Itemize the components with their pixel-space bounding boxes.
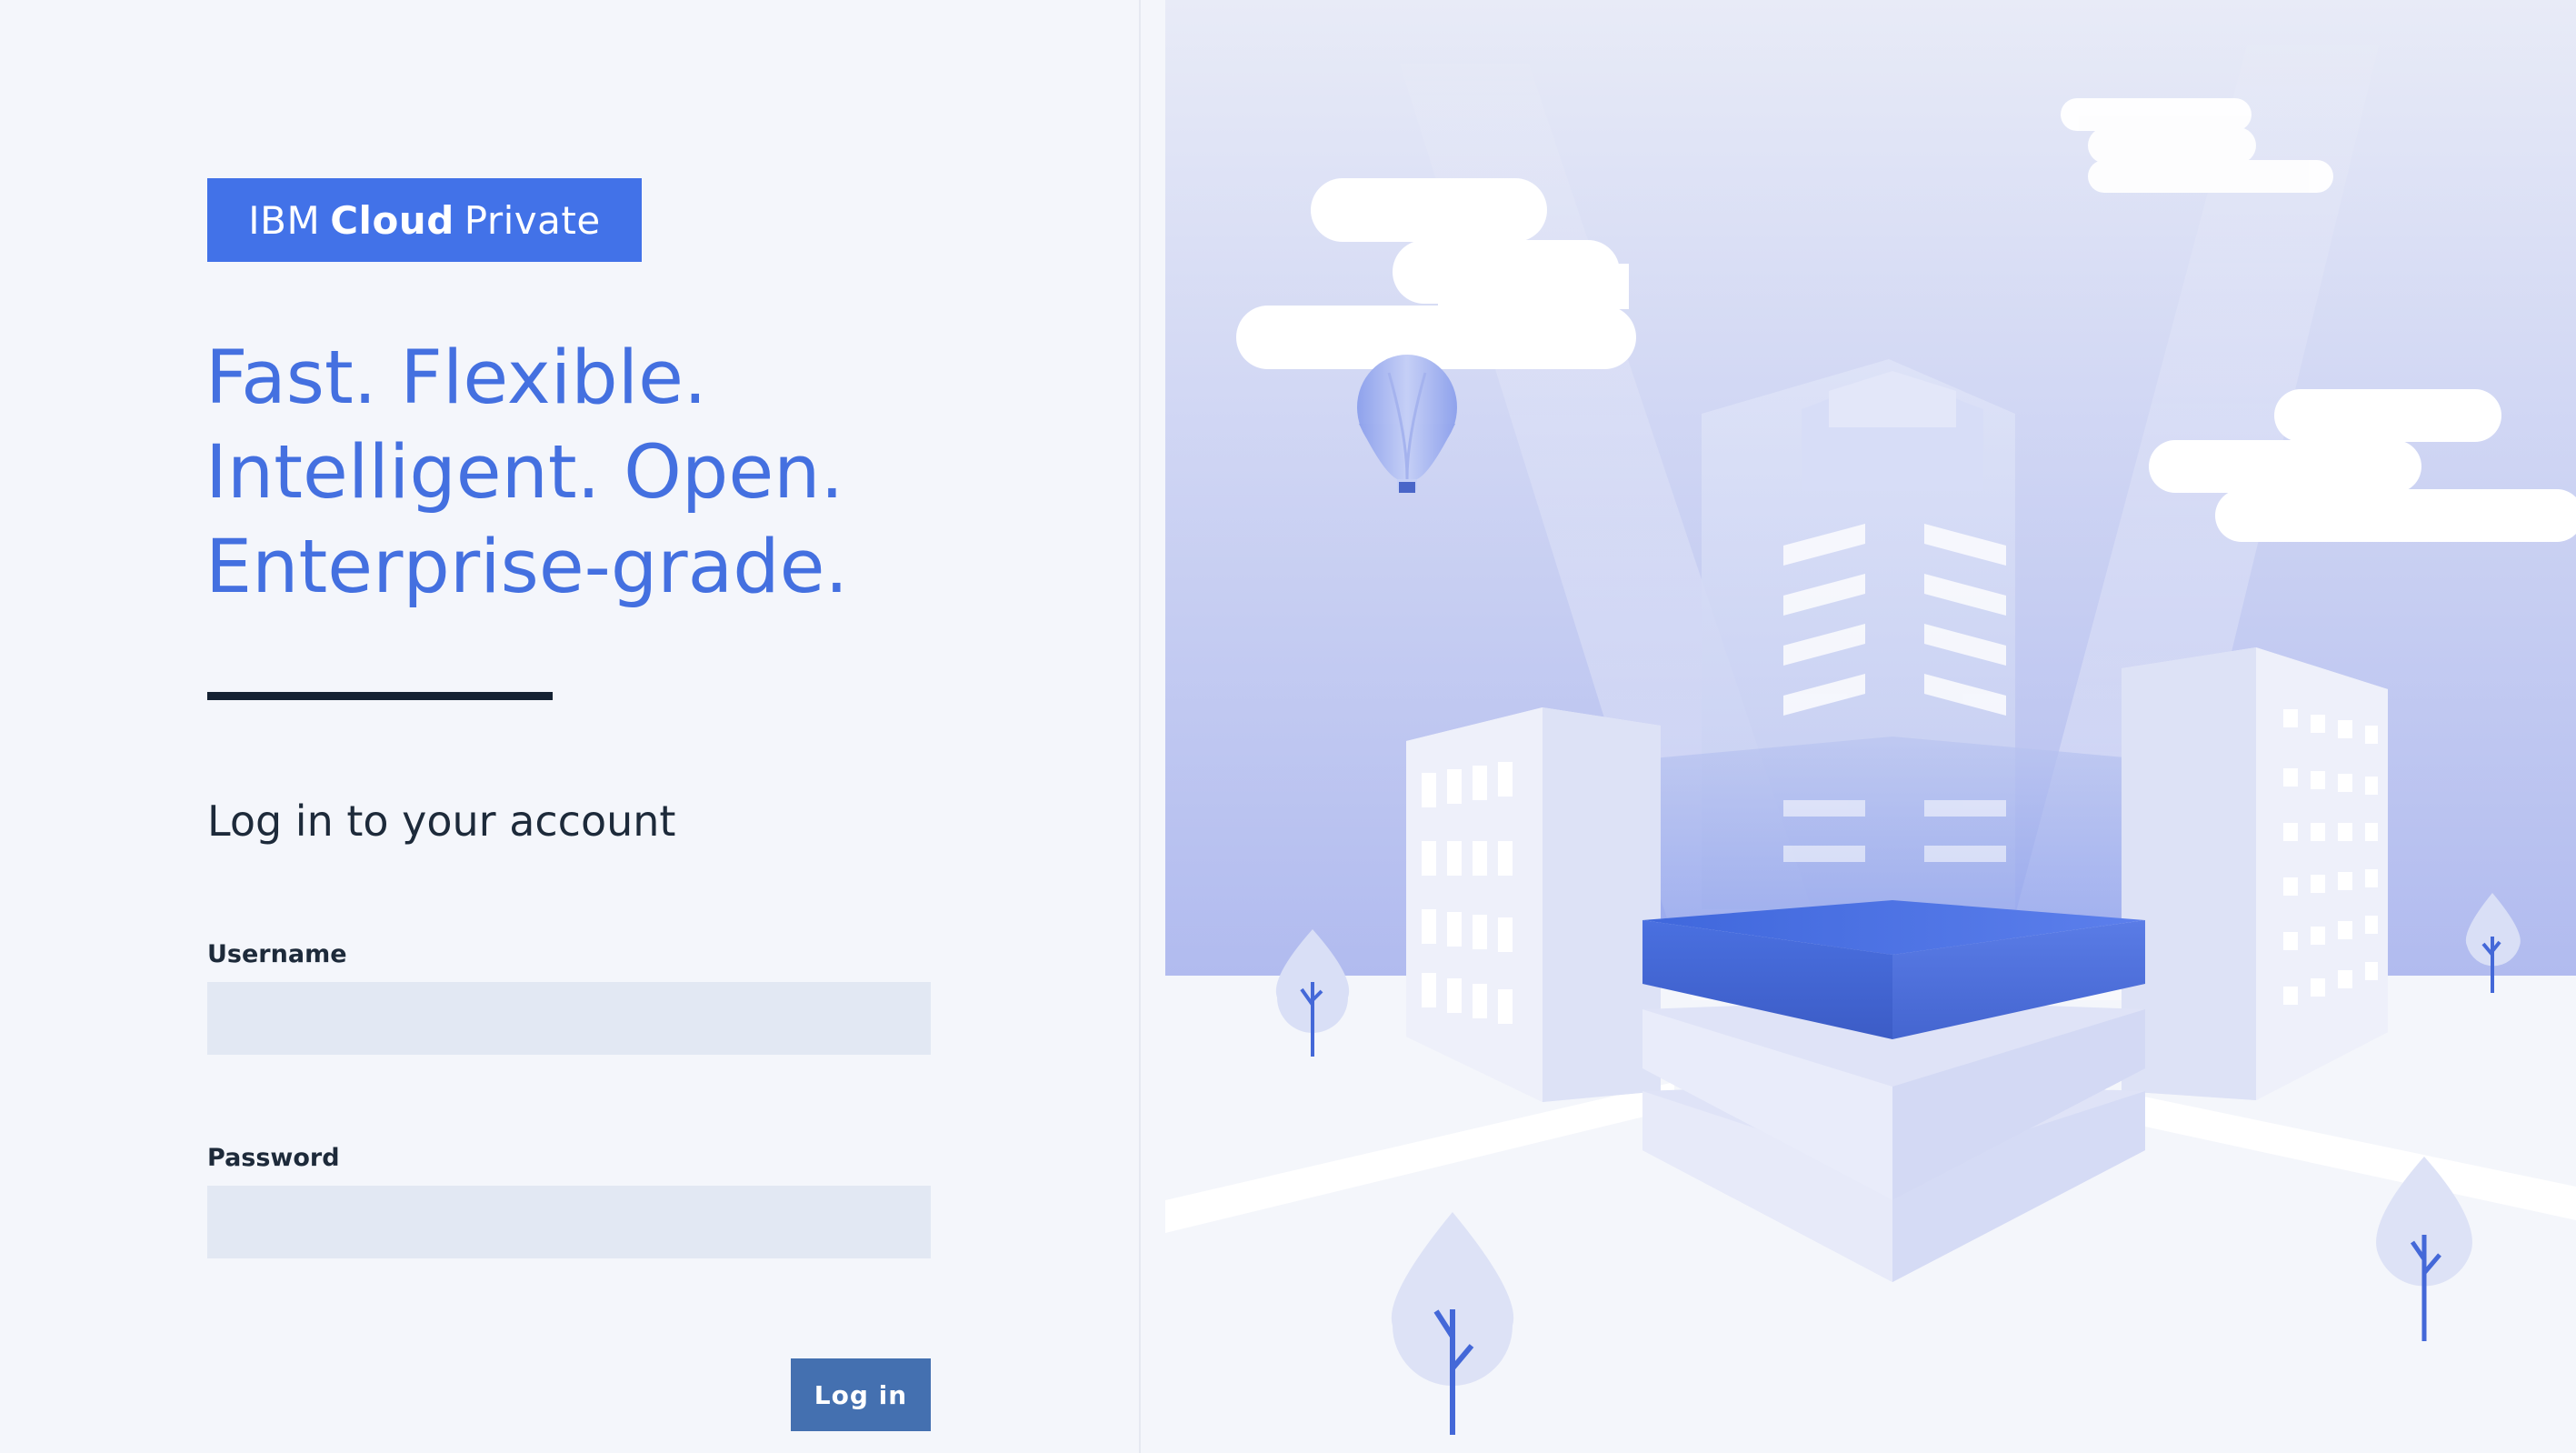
tagline-line-1: Fast. Flexible.: [205, 336, 707, 421]
ibm-cloud-private-logo: IBM Cloud Private: [207, 178, 642, 262]
login-button[interactable]: Log in: [791, 1358, 931, 1431]
password-label: Password: [207, 1144, 340, 1172]
logo-bold: Cloud: [330, 197, 454, 243]
section-divider: [207, 692, 553, 700]
tagline: Fast. Flexible. Intelligent. Open. Enter…: [205, 331, 848, 615]
login-panel: IBM Cloud Private Fast. Flexible. Intell…: [0, 0, 1139, 1453]
login-heading: Log in to your account: [207, 797, 676, 846]
password-input[interactable]: [207, 1186, 931, 1258]
logo-suffix: Private: [464, 197, 601, 243]
username-label: Username: [207, 940, 347, 968]
hero-illustration: [1165, 0, 2576, 1453]
building-icon: [2122, 647, 2388, 1100]
city-illustration: [1165, 0, 2576, 1453]
panel-gap: [1141, 0, 1165, 1453]
tagline-line-2: Intelligent. Open.: [205, 430, 844, 516]
logo-prefix: IBM: [248, 197, 321, 243]
glow-slab: [1642, 737, 2145, 918]
login-page: IBM Cloud Private Fast. Flexible. Intell…: [0, 0, 2576, 1453]
tagline-line-3: Enterprise-grade.: [205, 525, 849, 610]
building-icon: [1406, 707, 1661, 1102]
username-input[interactable]: [207, 982, 931, 1055]
